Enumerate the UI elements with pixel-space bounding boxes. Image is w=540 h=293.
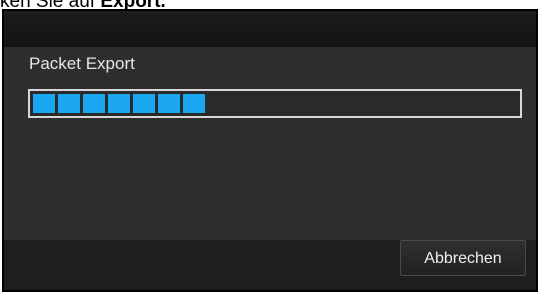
progress-segment — [83, 94, 105, 113]
dialog-title-bar — [4, 11, 536, 47]
cancel-button[interactable]: Abbrechen — [400, 240, 526, 276]
progress-segment — [58, 94, 80, 113]
progress-segment — [108, 94, 130, 113]
dialog-label: Packet Export — [29, 54, 135, 73]
progress-segment — [158, 94, 180, 113]
dialog-body — [4, 47, 536, 240]
progress-segment — [33, 94, 55, 113]
progress-segment — [133, 94, 155, 113]
progress-fill — [33, 94, 205, 113]
progress-segment — [183, 94, 205, 113]
export-progress-bar — [28, 89, 522, 118]
